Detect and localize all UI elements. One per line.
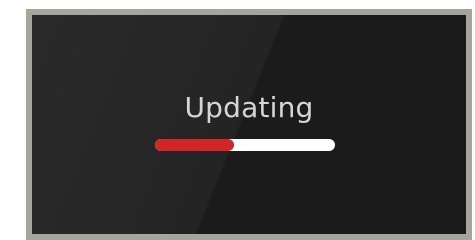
status-title: Updating — [184, 91, 314, 124]
screen-sheen — [32, 15, 466, 234]
device-frame: Updating — [26, 9, 472, 240]
progress-bar-fill — [155, 139, 235, 151]
progress-bar — [155, 139, 335, 151]
update-screen: Updating — [32, 15, 466, 234]
